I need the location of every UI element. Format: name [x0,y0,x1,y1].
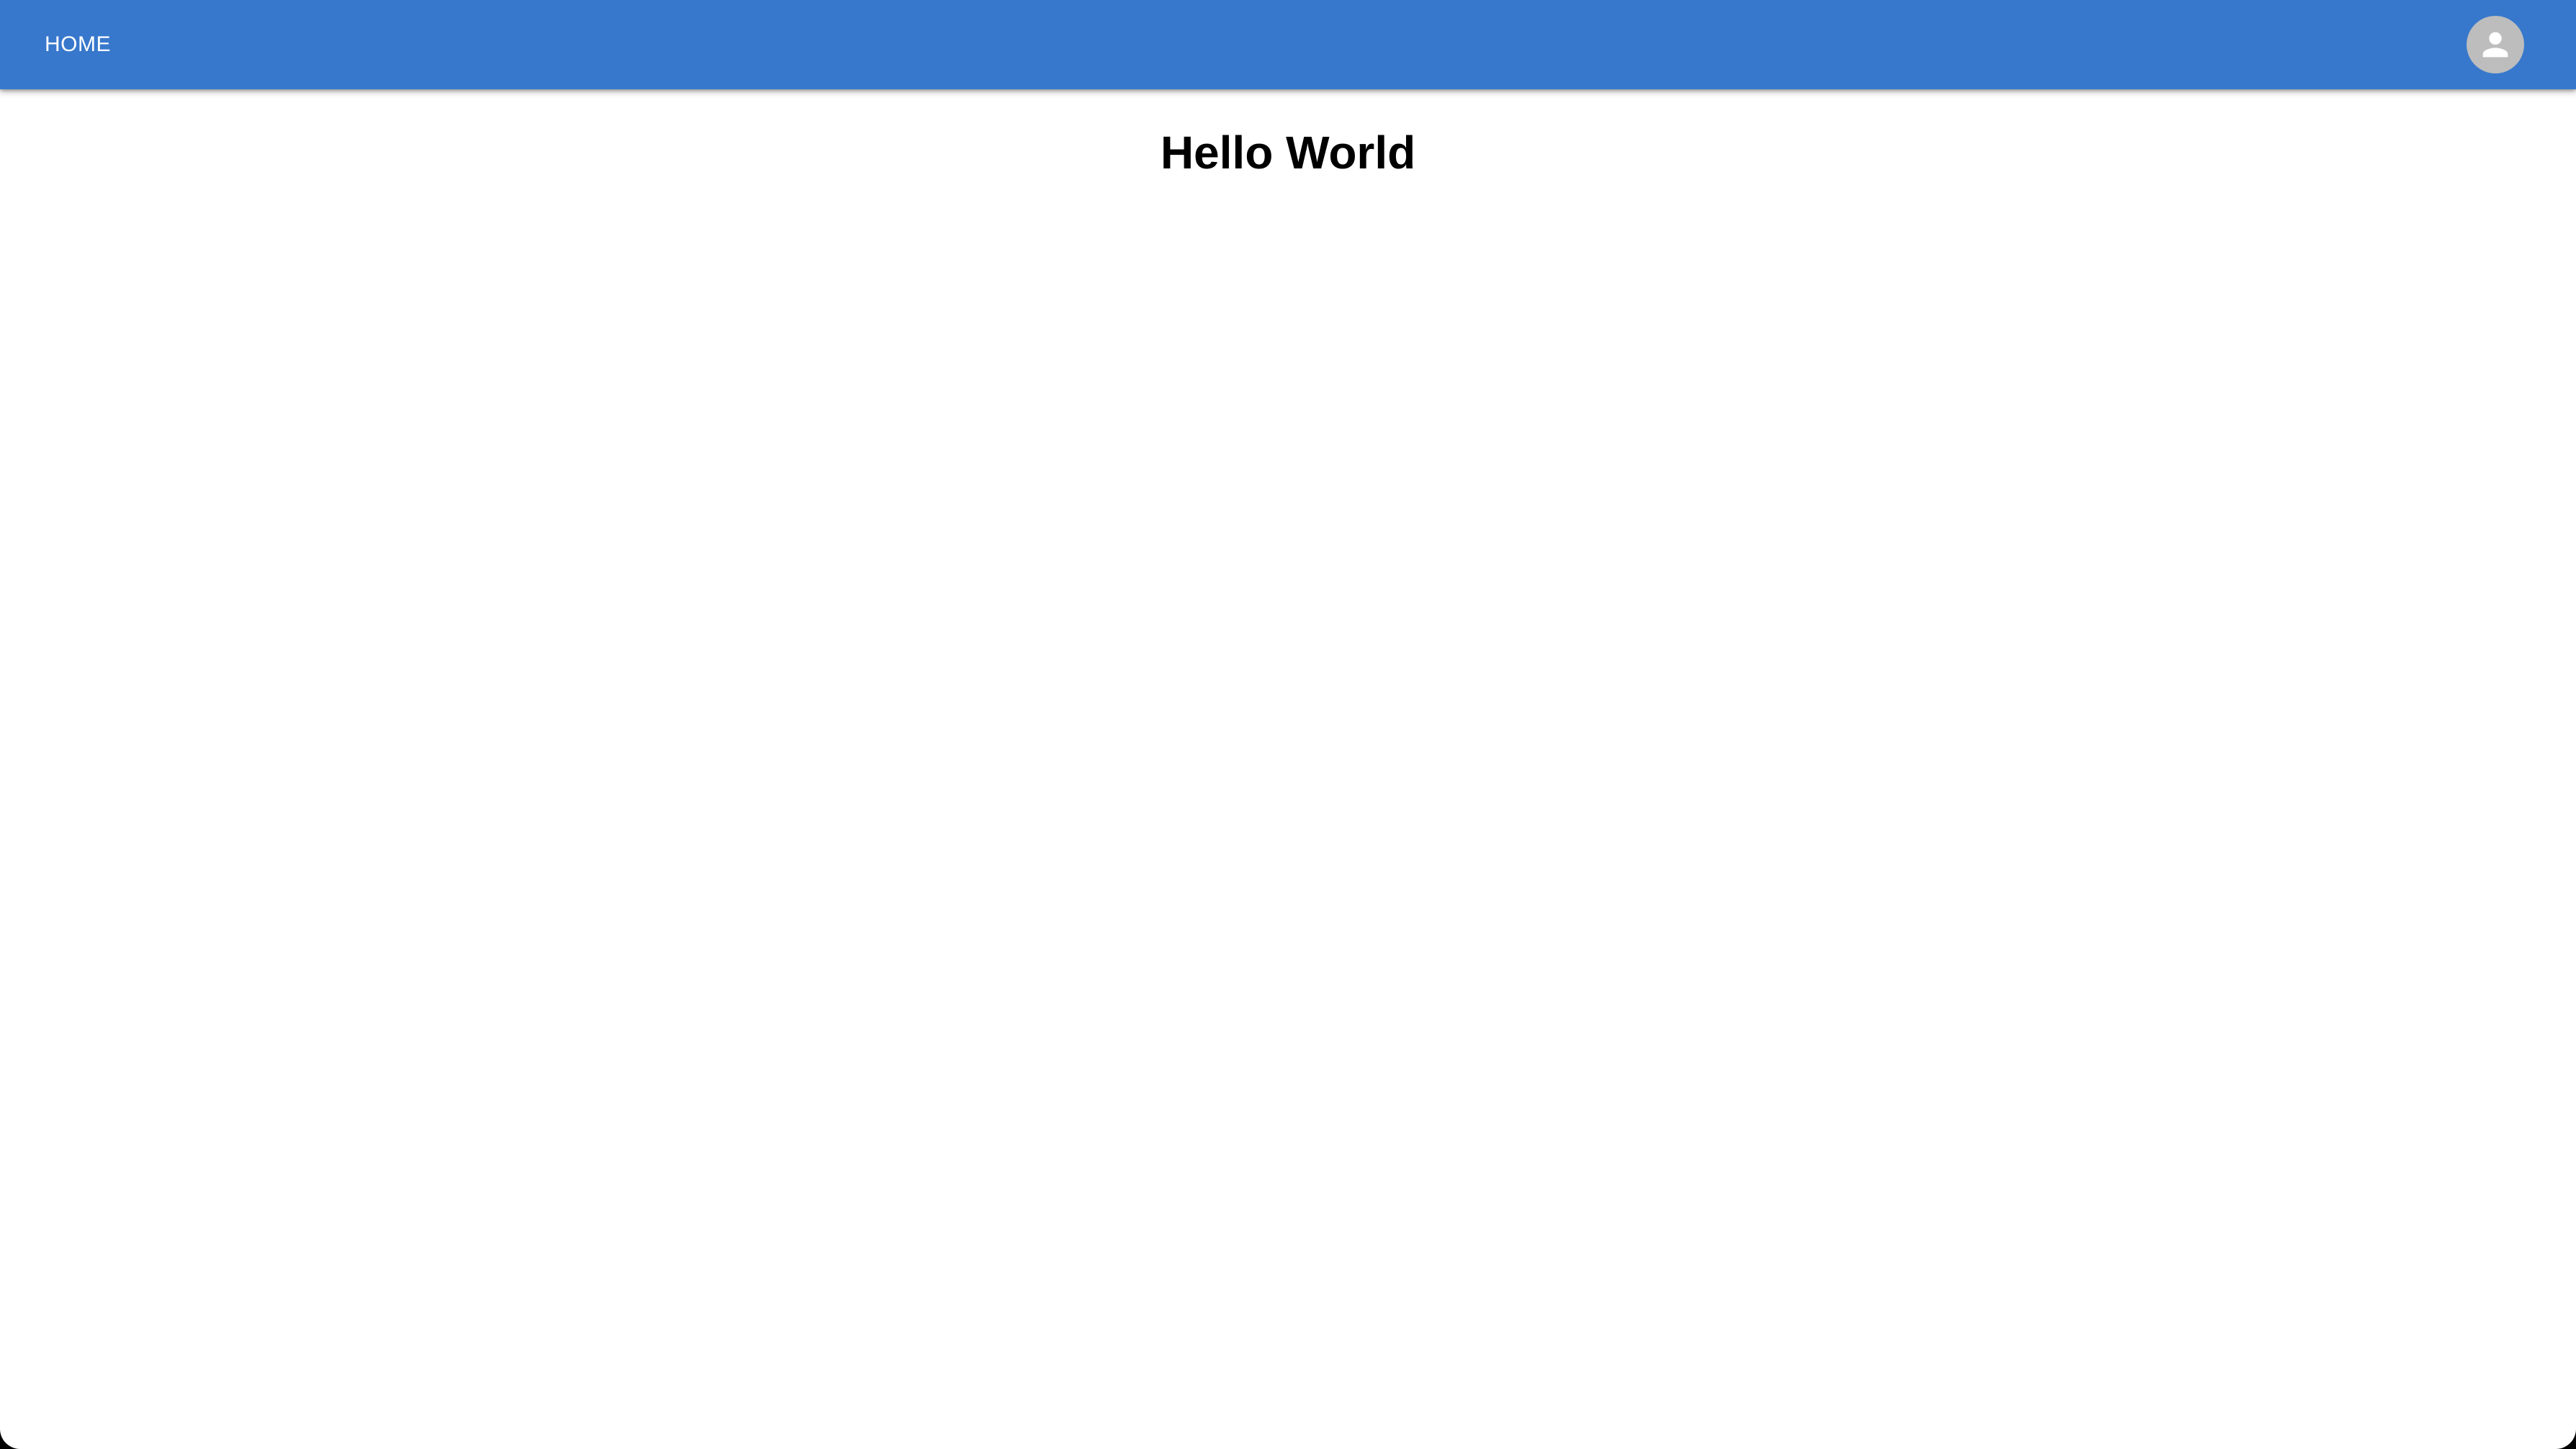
user-avatar-button[interactable] [2467,16,2524,73]
app-bar: HOME [0,0,2576,89]
person-icon [2477,26,2514,63]
page-title: Hello World [1160,127,1416,179]
main-content: Hello World [0,89,2576,1449]
app-window: HOME Hello World [0,0,2576,1449]
home-button[interactable]: HOME [27,22,128,68]
